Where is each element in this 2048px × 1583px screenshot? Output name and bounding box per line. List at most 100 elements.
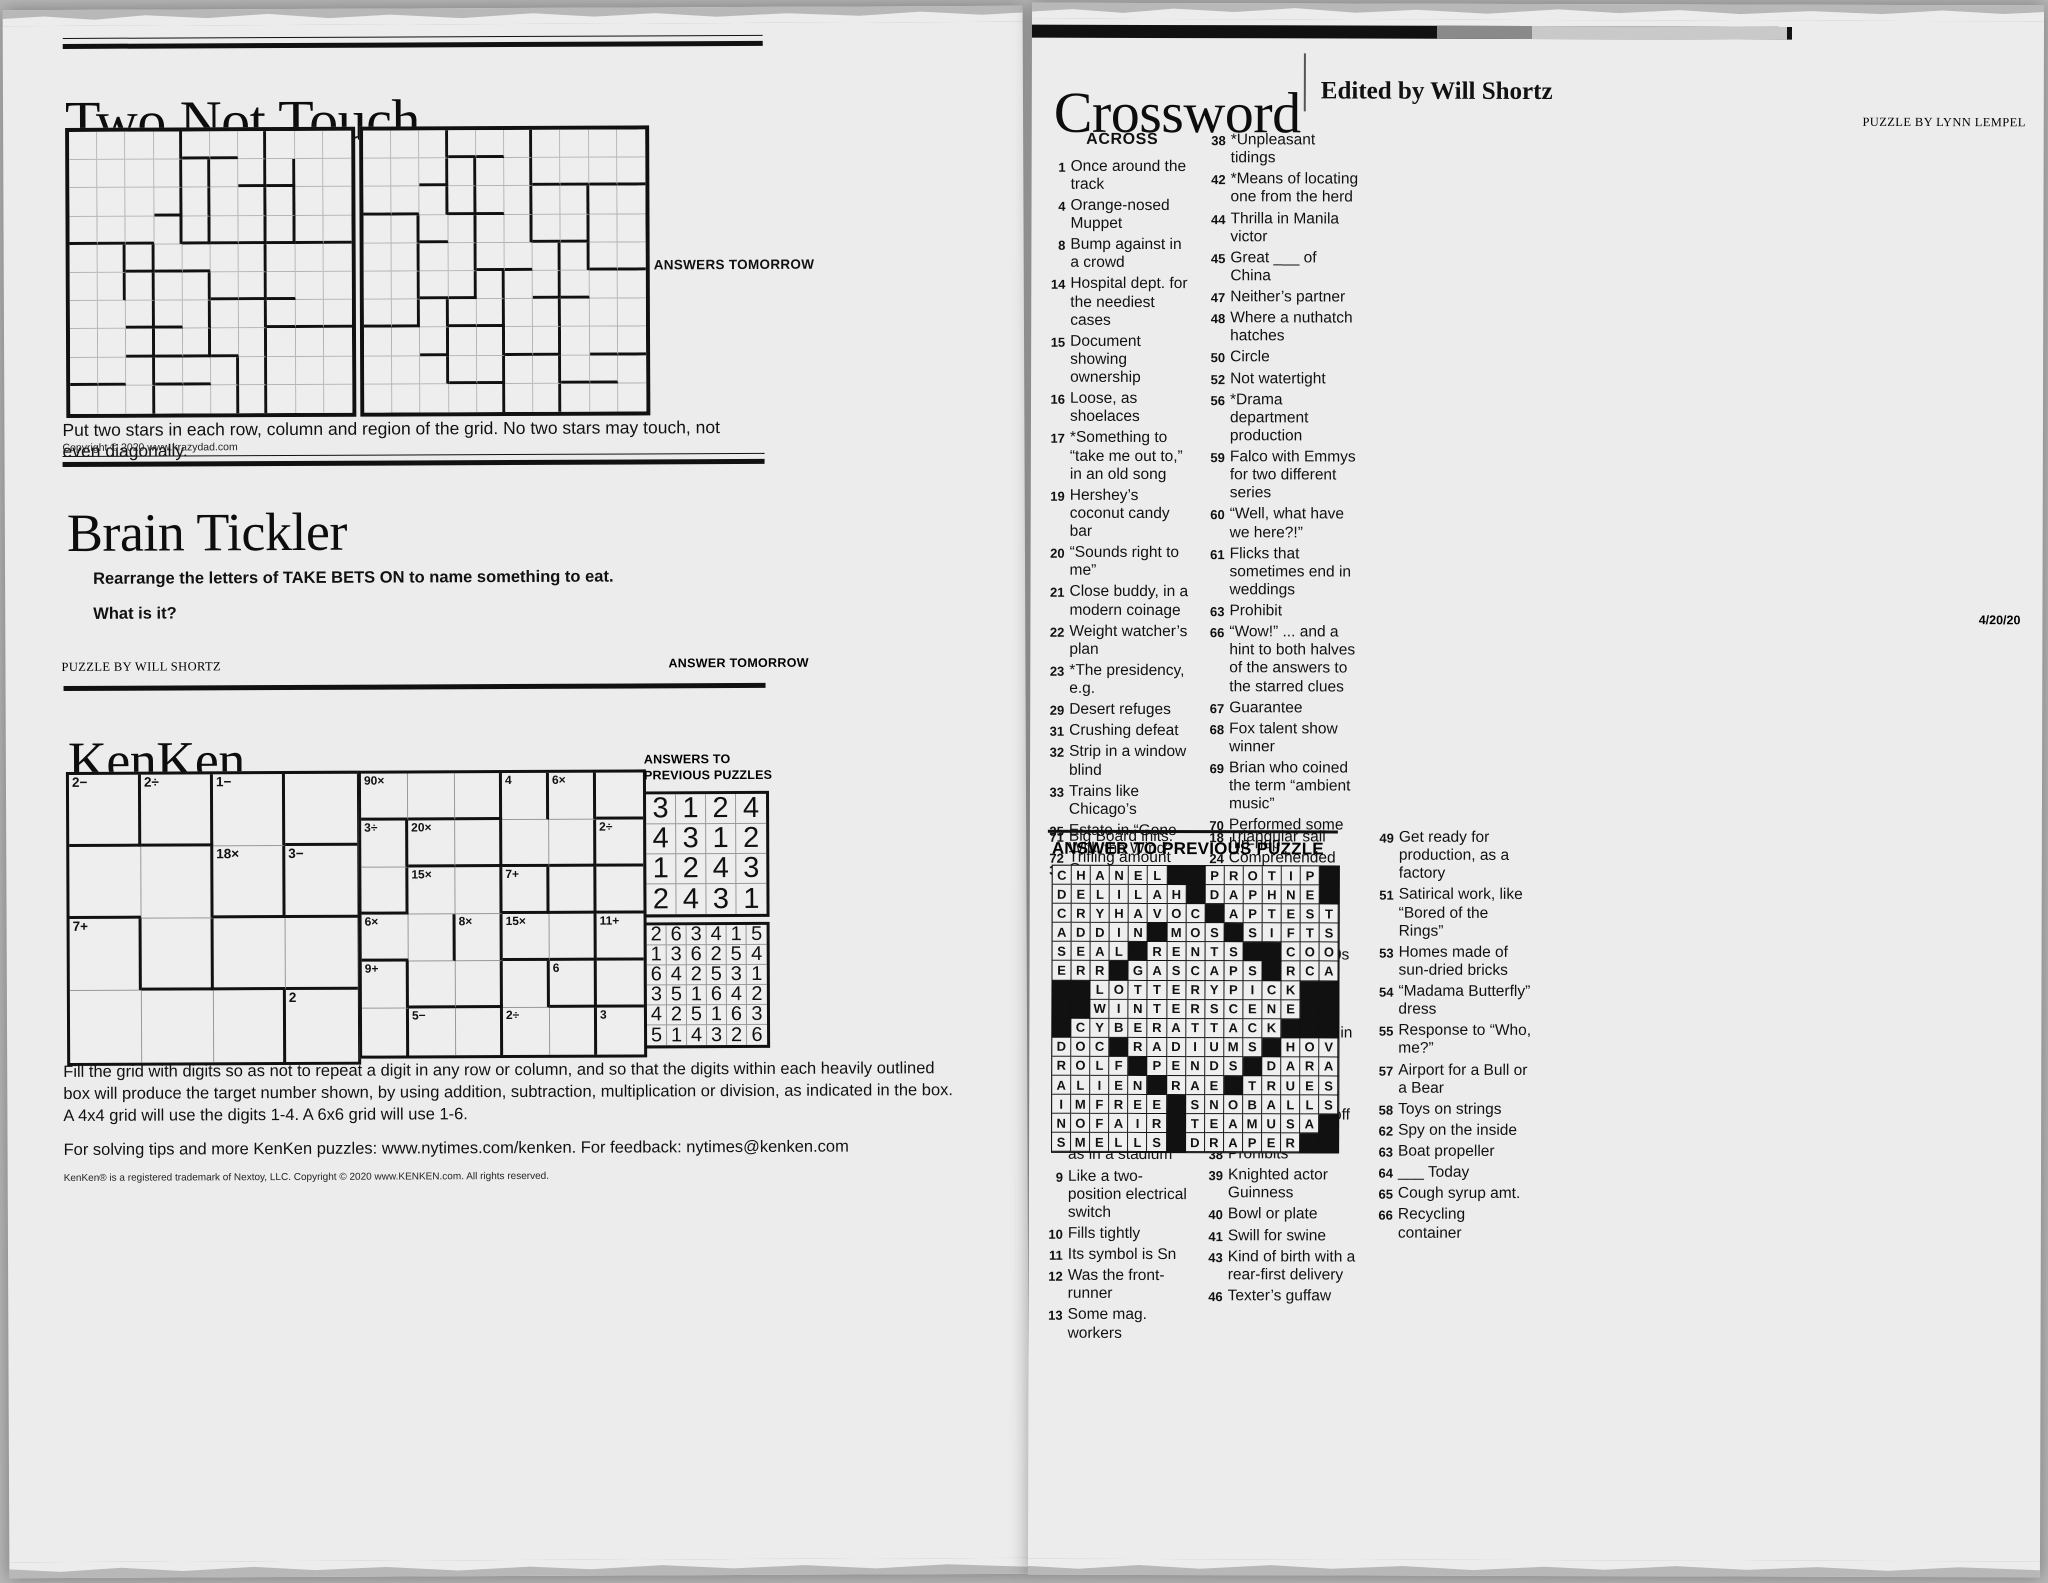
clue-item[interactable]: 31 Crushing defeat	[1048, 722, 1193, 741]
grid-cell[interactable]	[182, 385, 212, 414]
kenken-cell[interactable]: 4	[501, 772, 550, 821]
kenken-cell[interactable]	[69, 990, 143, 1063]
kenken-cell[interactable]: 9+	[361, 961, 409, 1009]
grid-cell[interactable]	[153, 159, 183, 188]
grid-cell[interactable]	[295, 243, 324, 272]
grid-cell[interactable]	[239, 384, 268, 414]
grid-cell[interactable]	[294, 159, 324, 188]
grid-cell[interactable]	[420, 355, 449, 385]
grid-cell[interactable]	[617, 298, 646, 327]
grid-cell[interactable]	[476, 270, 505, 300]
grid-cell[interactable]	[238, 159, 267, 188]
grid-cell[interactable]	[448, 383, 478, 413]
grid-cell[interactable]	[617, 326, 646, 356]
clue-item[interactable]: 44 Thrilla in Manila victor	[1209, 210, 1359, 247]
grid-cell[interactable]	[363, 215, 392, 244]
grid-cell[interactable]	[181, 131, 211, 160]
clue-item[interactable]: 12 Was the front-runner	[1047, 1267, 1192, 1304]
clue-item[interactable]: 4 Orange-nosed Muppet	[1049, 197, 1194, 234]
grid-cell[interactable]	[126, 328, 155, 358]
grid-cell[interactable]	[475, 130, 505, 159]
grid-cell[interactable]	[448, 299, 477, 328]
grid-cell[interactable]	[588, 129, 617, 158]
grid-cell[interactable]	[154, 356, 183, 386]
kenken-grid-4x4[interactable]: 2− 2÷ 1− 18× 3− 7+ 2	[65, 770, 362, 1066]
grid-cell[interactable]	[238, 131, 267, 160]
grid-cell[interactable]	[267, 328, 296, 357]
kenken-cell[interactable]: 3÷	[361, 820, 409, 868]
grid-cell[interactable]	[69, 329, 99, 358]
grid-cell[interactable]	[533, 383, 562, 412]
clue-item[interactable]: 65 Cough syrup amt.	[1377, 1185, 1532, 1204]
kenken-cell[interactable]	[596, 960, 644, 1008]
clue-item[interactable]: 68 Fox talent show winner	[1208, 720, 1358, 757]
grid-cell[interactable]	[295, 384, 325, 413]
grid-cell[interactable]	[504, 214, 533, 243]
grid-cell[interactable]	[154, 272, 183, 301]
grid-cell[interactable]	[153, 131, 182, 160]
grid-cell[interactable]	[588, 157, 618, 187]
grid-cell[interactable]	[154, 300, 183, 329]
kenken-cell[interactable]	[408, 961, 456, 1009]
grid-cell[interactable]	[532, 214, 561, 243]
grid-cell[interactable]	[419, 214, 449, 244]
grid-cell[interactable]	[363, 271, 393, 300]
clue-item[interactable]: 54 “Madama Butterfly” dress	[1377, 983, 1532, 1020]
grid-cell[interactable]	[363, 130, 392, 159]
clue-item[interactable]: 50 Circle	[1209, 349, 1359, 368]
grid-cell[interactable]	[295, 328, 324, 357]
grid-cell[interactable]	[560, 129, 589, 158]
clue-item[interactable]: 29 Desert refuges	[1048, 701, 1193, 720]
grid-cell[interactable]	[560, 157, 589, 187]
grid-cell[interactable]	[561, 270, 590, 299]
clue-item[interactable]: 21 Close buddy, in a modern coinage	[1048, 583, 1193, 620]
grid-cell[interactable]	[589, 383, 619, 412]
grid-cell[interactable]	[181, 159, 211, 188]
kenken-cell[interactable]: 6×	[361, 914, 409, 962]
clue-item[interactable]: 52 Not watertight	[1209, 370, 1359, 389]
clue-item[interactable]: 57 Airport for a Bull or a Bear	[1377, 1061, 1532, 1098]
clue-item[interactable]: 64 ___ Today	[1377, 1164, 1532, 1183]
clue-item[interactable]: 66 Recycling container	[1377, 1206, 1532, 1243]
grid-cell[interactable]	[589, 355, 618, 384]
kenken-cell[interactable]	[549, 866, 597, 914]
grid-cell[interactable]	[476, 242, 505, 272]
grid-cell[interactable]	[504, 270, 533, 300]
grid-cell[interactable]	[420, 327, 449, 356]
grid-cell[interactable]	[419, 158, 448, 187]
grid-cell[interactable]	[448, 355, 477, 384]
clue-item[interactable]: 60 “Well, what have we here?!”	[1209, 506, 1359, 543]
kenken-cell[interactable]: 8×	[455, 914, 503, 962]
grid-cell[interactable]	[617, 383, 647, 412]
two-not-touch-grid-2[interactable]	[359, 125, 651, 417]
grid-cell[interactable]	[69, 300, 99, 330]
grid-cell[interactable]	[210, 215, 239, 245]
kenken-cell[interactable]: 90×	[360, 773, 409, 821]
grid-cell[interactable]	[70, 385, 99, 414]
kenken-cell[interactable]: 1−	[212, 774, 286, 847]
grid-cell[interactable]	[210, 300, 240, 329]
clue-item[interactable]: 41 Swill for swine	[1207, 1227, 1357, 1246]
grid-cell[interactable]	[323, 328, 352, 357]
grid-cell[interactable]	[323, 215, 352, 244]
grid-cell[interactable]	[182, 272, 211, 301]
grid-cell[interactable]	[532, 270, 562, 300]
grid-cell[interactable]	[476, 327, 506, 356]
grid-cell[interactable]	[70, 357, 99, 386]
grid-cell[interactable]	[560, 242, 590, 271]
clue-item[interactable]: 55 Response to “Who, me?”	[1377, 1022, 1532, 1059]
grid-cell[interactable]	[476, 299, 505, 328]
grid-cell[interactable]	[69, 272, 99, 302]
kenken-cell[interactable]	[549, 913, 597, 961]
grid-cell[interactable]	[126, 357, 155, 386]
grid-cell[interactable]	[98, 329, 127, 358]
kenken-cell[interactable]	[454, 773, 503, 821]
grid-cell[interactable]	[182, 328, 212, 357]
grid-cell[interactable]	[505, 355, 534, 384]
grid-cell[interactable]	[363, 299, 393, 328]
kenken-cell[interactable]	[549, 819, 597, 867]
clue-item[interactable]: 10 Fills tightly	[1047, 1225, 1192, 1244]
grid-cell[interactable]	[210, 159, 239, 188]
grid-cell[interactable]	[238, 187, 267, 216]
kenken-cell[interactable]: 7+	[502, 866, 550, 915]
